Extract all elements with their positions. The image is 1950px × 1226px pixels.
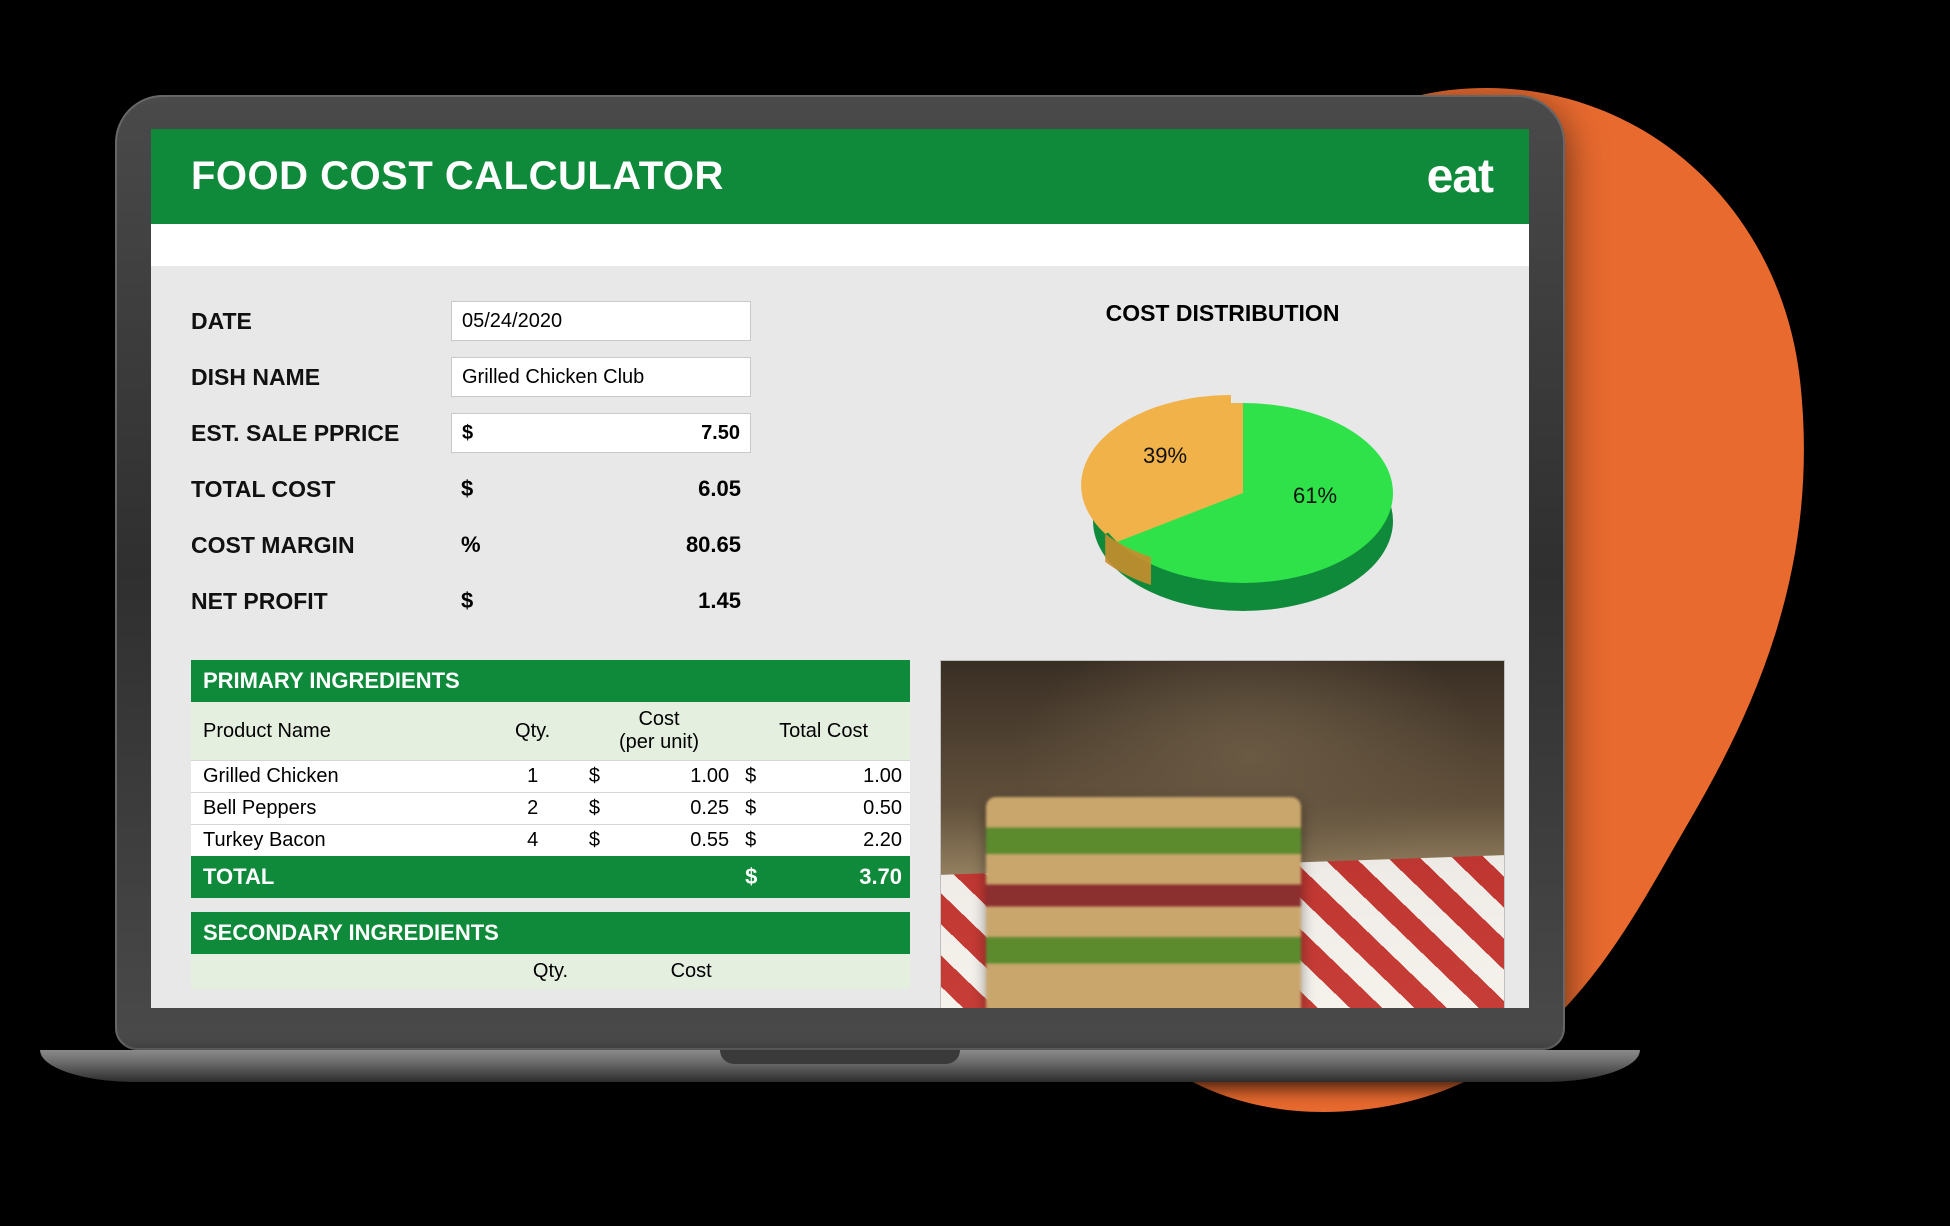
net-profit-display: $ 1.45	[451, 588, 751, 614]
secondary-ingredients-header: SECONDARY INGREDIENTS	[191, 912, 910, 954]
cell-unit: 1.00	[609, 761, 737, 793]
pie-slice-b-label: 39%	[1143, 443, 1187, 468]
title-bar: FOOD COST CALCULATOR eat	[151, 129, 1529, 224]
sale-price-currency: $	[462, 422, 473, 445]
cell-qty: 1	[484, 761, 581, 793]
primary-total-label: TOTAL	[191, 856, 737, 898]
cell-unit-cur: $	[581, 761, 609, 793]
col-cost-line1: Cost	[589, 708, 729, 731]
cell-tot-cur: $	[737, 825, 765, 857]
net-profit-label: NET PROFIT	[191, 588, 451, 615]
date-value: 05/24/2020	[462, 310, 562, 333]
cell-unit-cur: $	[581, 793, 609, 825]
dish-photo	[940, 660, 1505, 1008]
screen: FOOD COST CALCULATOR eat DATE 05/24/2020…	[151, 129, 1529, 1008]
cost-distribution-pie-chart: 39% 61%	[1013, 353, 1433, 633]
brand-logo: eat	[1427, 149, 1493, 204]
primary-total-cur: $	[737, 856, 765, 898]
cell-tot: 1.00	[765, 761, 910, 793]
cell-unit-cur: $	[581, 825, 609, 857]
cell-qty: 4	[484, 825, 581, 857]
cost-margin-symbol: %	[461, 532, 481, 558]
laptop-mockup: FOOD COST CALCULATOR eat DATE 05/24/2020…	[115, 95, 1565, 1135]
spacer	[151, 224, 1529, 266]
col-qty: Qty.	[484, 702, 581, 761]
cell-unit: 0.55	[609, 825, 737, 857]
table-row: Turkey Bacon 4 $ 0.55 $ 2.20	[191, 825, 910, 857]
secondary-col-qty: Qty.	[480, 960, 621, 983]
cell-tot: 2.20	[765, 825, 910, 857]
cell-unit: 0.25	[609, 793, 737, 825]
primary-total-row: TOTAL $ 3.70	[191, 856, 910, 898]
laptop-base	[40, 1050, 1640, 1082]
primary-total-value: 3.70	[765, 856, 910, 898]
form-panel: DATE 05/24/2020 DISH NAME Grilled Chicke…	[191, 300, 910, 636]
sale-price-value: 7.50	[701, 422, 740, 445]
total-cost-currency: $	[461, 476, 473, 502]
col-cost-line2: (per unit)	[589, 731, 729, 754]
table-row: Grilled Chicken 1 $ 1.00 $ 1.00	[191, 761, 910, 793]
col-total-cost: Total Cost	[737, 702, 910, 761]
secondary-col-cost: Cost	[621, 960, 762, 983]
sale-price-label: EST. SALE PPRICE	[191, 420, 451, 447]
primary-ingredients-table: Product Name Qty. Cost (per unit) Total …	[191, 702, 910, 898]
net-profit-currency: $	[461, 588, 473, 614]
page-title: FOOD COST CALCULATOR	[191, 154, 724, 199]
cell-tot: 0.50	[765, 793, 910, 825]
total-cost-display: $ 6.05	[451, 476, 751, 502]
cell-tot-cur: $	[737, 761, 765, 793]
total-cost-value: 6.05	[698, 476, 741, 502]
total-cost-label: TOTAL COST	[191, 476, 451, 503]
photo-sandwich	[986, 797, 1301, 1008]
table-row: Bell Peppers 2 $ 0.25 $ 0.50	[191, 793, 910, 825]
net-profit-value: 1.45	[698, 588, 741, 614]
laptop-bezel: FOOD COST CALCULATOR eat DATE 05/24/2020…	[115, 95, 1565, 1050]
pie-slice-a-label: 61%	[1293, 483, 1337, 508]
col-product-name: Product Name	[191, 702, 484, 761]
cell-tot-cur: $	[737, 793, 765, 825]
date-input[interactable]: 05/24/2020	[451, 301, 751, 341]
secondary-columns-partial: Qty. Cost	[191, 954, 910, 989]
cost-margin-display: % 80.65	[451, 532, 751, 558]
sale-price-input[interactable]: $ 7.50	[451, 413, 751, 453]
dish-name-input[interactable]: Grilled Chicken Club	[451, 357, 751, 397]
cost-margin-value: 80.65	[686, 532, 741, 558]
dish-name-label: DISH NAME	[191, 364, 451, 391]
primary-ingredients-header: PRIMARY INGREDIENTS	[191, 660, 910, 702]
col-cost-per-unit: Cost (per unit)	[581, 702, 737, 761]
date-label: DATE	[191, 308, 451, 335]
cost-distribution-title: COST DISTRIBUTION	[940, 300, 1505, 327]
cell-name: Bell Peppers	[191, 793, 484, 825]
cell-qty: 2	[484, 793, 581, 825]
dish-name-value: Grilled Chicken Club	[462, 366, 644, 389]
cell-name: Grilled Chicken	[191, 761, 484, 793]
cost-margin-label: COST MARGIN	[191, 532, 451, 559]
cell-name: Turkey Bacon	[191, 825, 484, 857]
